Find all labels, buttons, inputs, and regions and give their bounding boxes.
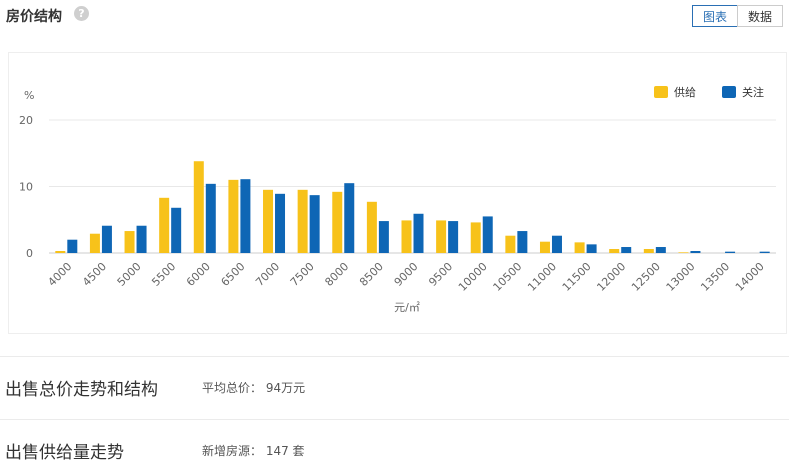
x-tick-label: 4500 <box>80 260 109 289</box>
x-tick-label: 9500 <box>426 260 455 289</box>
x-tick-label: 10500 <box>491 260 525 294</box>
supply-volume-section: 出售供给量走势 新增房源： 147 套 <box>0 419 789 476</box>
chart-grid <box>49 119 776 254</box>
data-view-button[interactable]: 数据 <box>737 5 783 27</box>
bar-supply <box>332 191 343 253</box>
chart-panel: 0 10 20 % 4000 4500 5000 5500 6000 6500 7000 7500… <box>8 52 787 334</box>
chart-view-button[interactable]: 图表 <box>692 5 738 27</box>
section-title: 出售总价走势和结构 <box>5 380 158 400</box>
x-tick-label: 11500 <box>560 260 594 294</box>
x-tick-label: 6000 <box>184 260 213 289</box>
legend-swatch-supply <box>654 86 668 98</box>
average-total-price: 平均总价： 94万元 <box>202 381 306 395</box>
bar-attention <box>517 231 528 253</box>
total-price-section: 出售总价走势和结构 平均总价： 94万元 <box>0 356 789 413</box>
y-tick-label: 20 <box>19 114 33 127</box>
bar-supply <box>124 231 135 253</box>
bar-attention <box>586 244 597 253</box>
legend-label-attention: 关注 <box>742 85 764 99</box>
x-tick-label: 4000 <box>45 260 74 289</box>
x-axis-label: 元/㎡ <box>394 301 420 314</box>
x-tick-label: 11000 <box>525 260 559 294</box>
bar-attention <box>101 225 112 253</box>
x-tick-label: 9000 <box>392 260 421 289</box>
bar-supply <box>263 189 274 253</box>
x-tick-label: 12000 <box>594 260 628 294</box>
x-tick-label: 6500 <box>219 260 248 289</box>
x-tick-label: 8500 <box>357 260 386 289</box>
section-title: 出售供给量走势 <box>5 443 124 463</box>
bar-supply <box>470 222 481 253</box>
bar-supply <box>574 242 585 253</box>
x-tick-label: 13500 <box>698 260 732 294</box>
price-structure-chart: 0 10 20 % 4000 4500 5000 5500 6000 6500 7000 7500… <box>19 85 776 314</box>
x-tick-label: 13000 <box>664 260 698 294</box>
y-axis-label: % <box>24 89 34 102</box>
y-tick-label: 10 <box>19 181 33 194</box>
bar-attention <box>621 247 632 253</box>
y-tick-label: 0 <box>26 247 33 260</box>
legend-swatch-attention <box>722 86 736 98</box>
bar-supply <box>193 161 204 253</box>
new-listings: 新增房源： 147 套 <box>202 444 305 458</box>
x-tick-label: 12500 <box>629 260 663 294</box>
bar-supply <box>609 249 620 253</box>
bar-attention <box>759 251 770 253</box>
bar-attention <box>205 183 216 253</box>
x-tick-label: 7500 <box>288 260 317 289</box>
bar-attention <box>413 213 424 253</box>
x-tick-label: 7000 <box>253 260 282 289</box>
bar-supply <box>678 252 689 253</box>
x-tick-label: 14000 <box>733 260 767 294</box>
x-tick-label: 5500 <box>149 260 178 289</box>
bar-supply <box>401 220 412 253</box>
page-title: 房价结构 <box>6 9 62 25</box>
bar-attention <box>690 251 701 253</box>
x-tick-label: 10000 <box>456 260 490 294</box>
bar-supply <box>505 235 516 253</box>
bar-attention <box>309 195 320 253</box>
bar-supply <box>55 251 66 253</box>
y-axis-ticks: 0 10 20 <box>19 114 33 260</box>
header: 房价结构 ? 图表 数据 <box>0 0 789 34</box>
bar-attention <box>378 221 389 253</box>
view-toggle: 图表 数据 <box>692 5 783 27</box>
bar-attention <box>275 193 286 253</box>
bar-attention <box>240 179 251 253</box>
x-axis-ticks: 4000 4500 5000 5500 6000 6500 7000 7500 8000 8500… <box>45 260 766 294</box>
bar-attention <box>725 251 736 253</box>
x-tick-label: 5000 <box>115 260 144 289</box>
bar-attention <box>482 216 493 253</box>
chart-bars <box>55 161 770 253</box>
bar-supply <box>366 201 377 253</box>
bar-attention <box>448 221 459 253</box>
question-circle-icon[interactable]: ? <box>74 6 89 21</box>
x-tick-label: 8000 <box>322 260 351 289</box>
legend-label-supply: 供给 <box>674 85 696 99</box>
bar-supply <box>539 241 550 253</box>
bar-supply <box>228 179 239 253</box>
chart-legend: 供给 关注 <box>654 85 764 99</box>
bar-attention <box>655 247 666 253</box>
bar-supply <box>297 189 308 253</box>
bar-supply <box>89 233 100 253</box>
bar-attention <box>136 225 147 253</box>
bar-supply <box>643 249 654 253</box>
bar-attention <box>171 207 182 253</box>
bar-supply <box>436 220 447 253</box>
bar-supply <box>159 197 170 253</box>
bar-attention <box>344 183 355 253</box>
bar-attention <box>67 239 78 253</box>
bar-attention <box>551 235 562 253</box>
